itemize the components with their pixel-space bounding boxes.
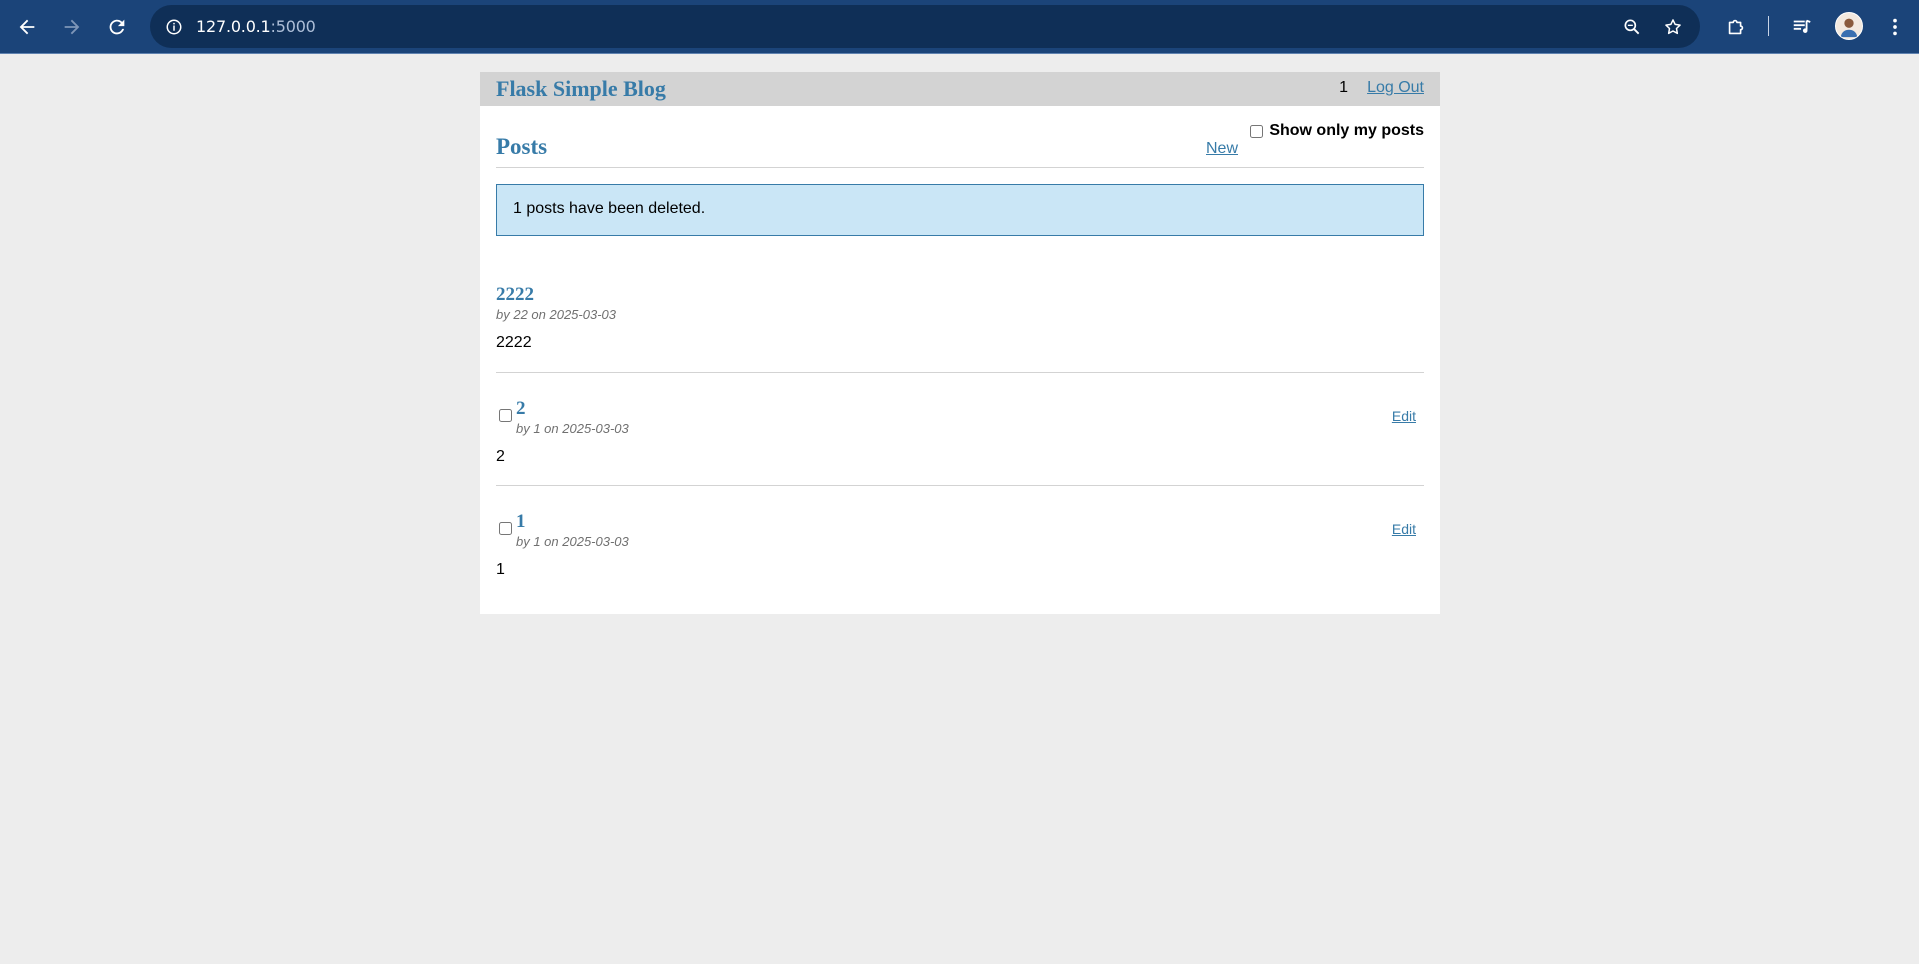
address-bar[interactable]: 127.0.0.1:5000 xyxy=(150,5,1700,48)
forward-button[interactable] xyxy=(54,9,90,45)
my-posts-filter[interactable]: Show only my posts xyxy=(1250,122,1424,140)
divider xyxy=(496,485,1424,486)
reload-icon xyxy=(109,19,125,35)
post-body: 2 xyxy=(496,448,505,465)
post-title[interactable]: 2 xyxy=(516,398,526,420)
toolbar-divider xyxy=(1768,16,1769,36)
menu-icon xyxy=(1893,18,1897,36)
edit-link[interactable]: Edit xyxy=(1392,408,1416,424)
star-icon xyxy=(1665,19,1681,35)
post-select-checkbox[interactable] xyxy=(499,409,512,422)
post-item: 1 by 1 on 2025-03-03 Edit 1 xyxy=(496,511,1424,578)
divider xyxy=(496,167,1424,168)
url-text: 127.0.0.1:5000 xyxy=(196,17,316,36)
site-header: Flask Simple Blog 1 Log Out xyxy=(480,72,1440,106)
divider xyxy=(496,372,1424,373)
media-icon xyxy=(1793,19,1811,33)
extensions-icon xyxy=(1728,19,1744,35)
flash-message: 1 posts have been deleted. xyxy=(496,184,1424,236)
media-button[interactable] xyxy=(1787,12,1817,42)
page-content: Flask Simple Blog 1 Log Out Show only my… xyxy=(480,72,1440,614)
my-posts-checkbox[interactable] xyxy=(1250,124,1264,138)
site-title[interactable]: Flask Simple Blog xyxy=(496,76,666,102)
post-title[interactable]: 2222 xyxy=(496,284,534,306)
post-item: 2222 by 22 on 2025-03-03 2222 xyxy=(496,284,1424,351)
bookmark-button[interactable] xyxy=(1659,13,1687,41)
username: 1 xyxy=(1339,79,1348,96)
reload-button[interactable] xyxy=(99,9,135,45)
post-title[interactable]: 1 xyxy=(516,511,526,533)
browser-toolbar: 127.0.0.1:5000 xyxy=(0,0,1919,54)
profile-icon xyxy=(1840,18,1858,38)
my-posts-filter-label: Show only my posts xyxy=(1269,122,1424,139)
post-select-checkbox[interactable] xyxy=(499,522,512,535)
site-info-button[interactable] xyxy=(160,13,188,41)
forward-arrow-icon xyxy=(64,19,80,35)
post-body: 2222 xyxy=(496,334,532,351)
logout-link[interactable]: Log Out xyxy=(1367,79,1424,97)
url-port: :5000 xyxy=(270,17,316,36)
edit-link[interactable]: Edit xyxy=(1392,521,1416,537)
url-host: 127.0.0.1 xyxy=(196,17,271,36)
post-meta: by 22 on 2025-03-03 xyxy=(496,307,616,322)
info-icon xyxy=(166,19,182,35)
back-arrow-icon xyxy=(19,19,35,35)
avatar[interactable] xyxy=(1835,12,1863,40)
extensions-button[interactable] xyxy=(1721,12,1751,42)
post-body: 1 xyxy=(496,561,505,578)
post-meta: by 1 on 2025-03-03 xyxy=(516,534,629,549)
zoom-button[interactable] xyxy=(1618,13,1646,41)
post-meta: by 1 on 2025-03-03 xyxy=(516,421,629,436)
zoom-icon xyxy=(1624,19,1640,35)
browser-menu-button[interactable] xyxy=(1880,12,1910,42)
new-post-link[interactable]: New xyxy=(1206,140,1238,158)
posts-heading: Posts xyxy=(496,134,548,159)
post-item: 2 by 1 on 2025-03-03 Edit 2 xyxy=(496,398,1424,465)
back-button[interactable] xyxy=(9,9,45,45)
